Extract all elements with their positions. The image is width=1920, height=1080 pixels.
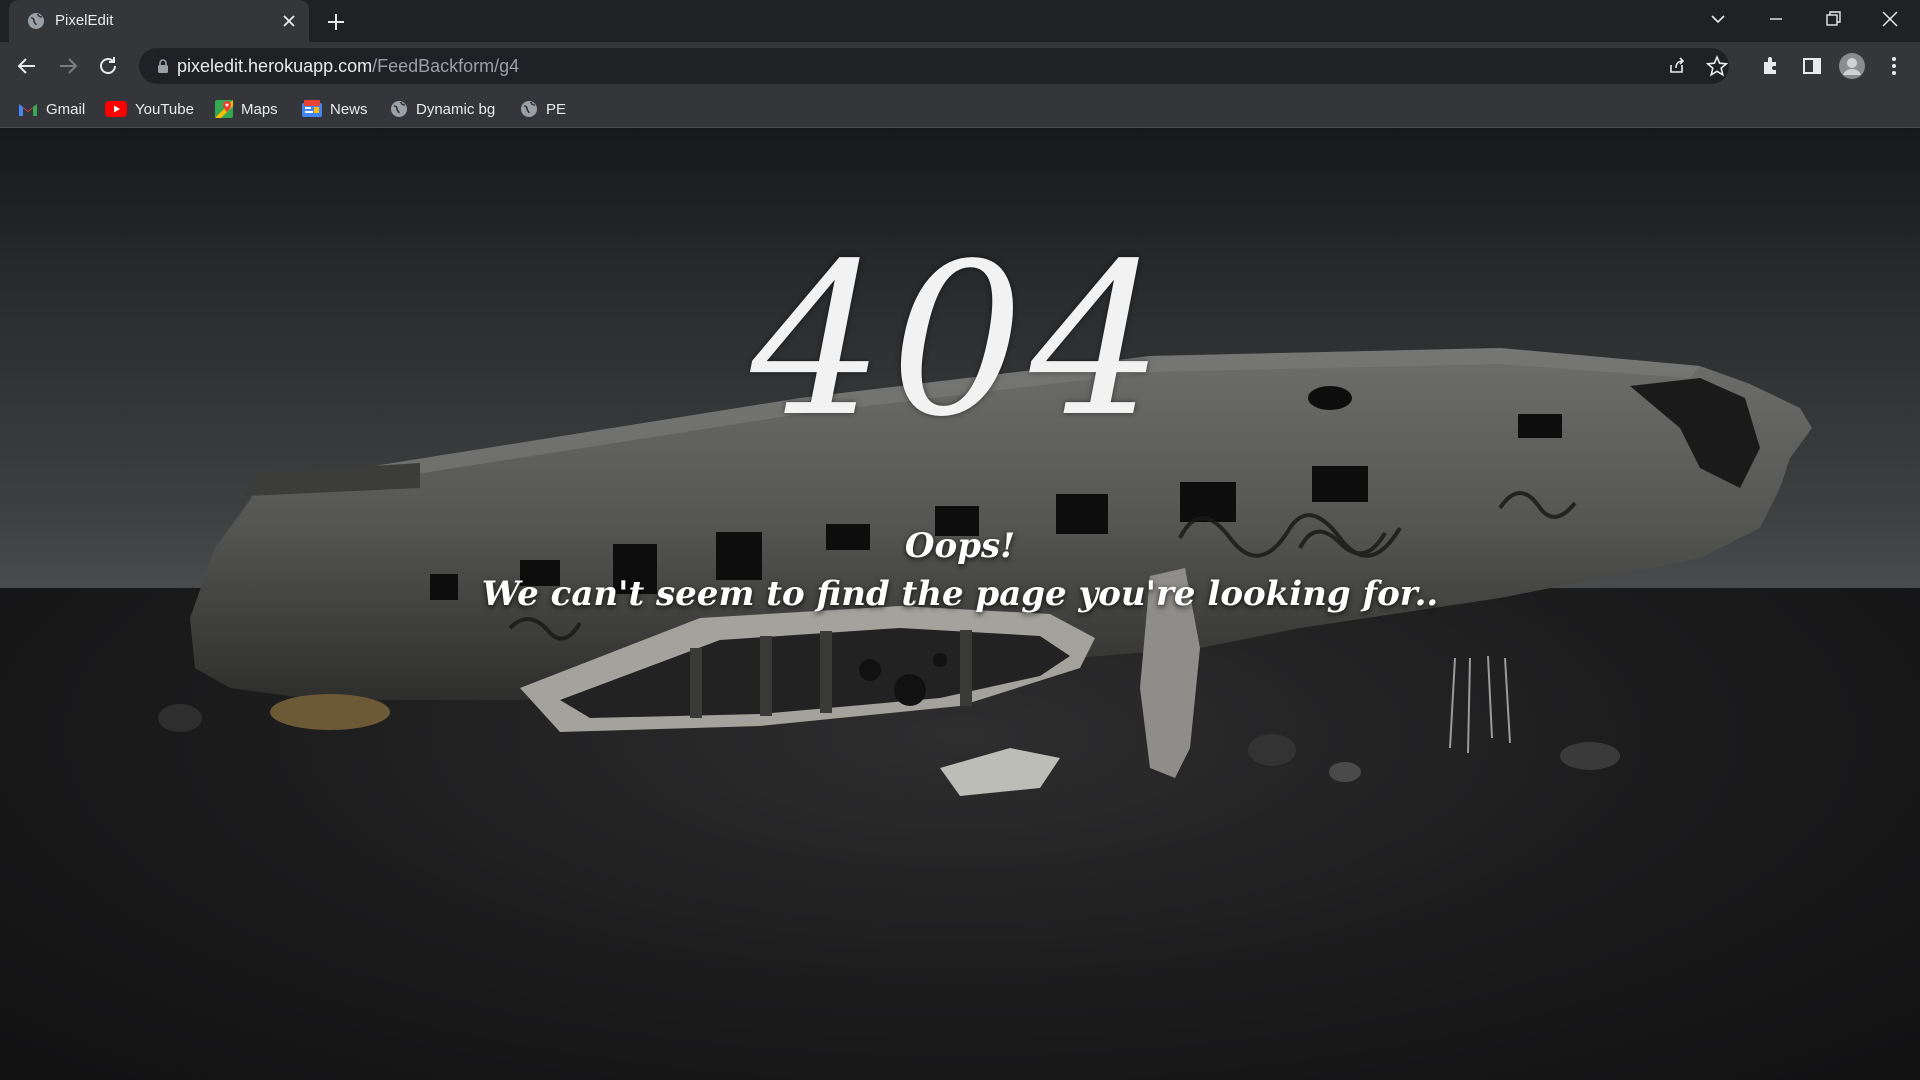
bookmark-maps[interactable]: Maps <box>215 96 278 122</box>
globe-icon <box>28 13 44 29</box>
profile-avatar-icon[interactable] <box>1838 52 1866 80</box>
lock-icon[interactable] <box>156 58 170 74</box>
bookmark-label: PE <box>546 100 567 118</box>
error-code: 404 <box>750 218 1170 463</box>
page-404: 404 Oops! We can't seem to find the page… <box>0 128 1920 1080</box>
bookmark-label: Maps <box>241 100 278 118</box>
close-window-icon[interactable] <box>1874 6 1906 32</box>
gmail-icon <box>19 104 37 116</box>
share-icon[interactable] <box>1667 56 1687 76</box>
error-message: We can't seem to find the page you're lo… <box>481 574 1439 614</box>
toolbar: pixeledit.herokuapp.com/FeedBackform/g4 <box>0 42 1920 90</box>
bookmark-dynamic-bg[interactable]: Dynamic bg <box>390 96 495 122</box>
bookmark-news[interactable]: News <box>302 96 368 122</box>
new-tab-icon[interactable] <box>324 10 348 34</box>
bookmark-label: Dynamic bg <box>416 100 496 118</box>
tab-title: PixelEdit <box>55 12 114 29</box>
tab-strip: PixelEdit <box>0 0 1920 42</box>
browser-window: PixelEdit pixeledit.herokuapp.com/FeedBa… <box>0 0 1920 1080</box>
maps-icon <box>215 100 233 118</box>
news-icon <box>302 100 322 117</box>
bookmark-label: YouTube <box>135 100 194 118</box>
globe-icon <box>391 101 407 117</box>
bookmark-pe[interactable]: PE <box>520 96 566 122</box>
bookmark-gmail[interactable]: Gmail <box>18 96 85 122</box>
url-text[interactable]: pixeledit.herokuapp.com/FeedBackform/g4 <box>177 56 519 77</box>
url-path: /FeedBackform/g4 <box>372 56 520 76</box>
tab-search-icon[interactable] <box>1702 6 1734 32</box>
bookmarks-bar: Gmail YouTube Maps News Dynamic bg PE <box>0 90 1920 128</box>
back-arrow-icon[interactable] <box>13 52 41 80</box>
extensions-puzzle-icon[interactable] <box>1758 52 1786 80</box>
close-tab-icon[interactable] <box>279 11 299 31</box>
menu-kebab-icon[interactable] <box>1880 52 1908 80</box>
reload-icon[interactable] <box>94 52 122 80</box>
minimize-icon[interactable] <box>1760 6 1792 32</box>
error-heading: Oops! <box>904 526 1016 566</box>
bookmark-youtube[interactable]: YouTube <box>105 96 194 122</box>
bookmark-star-icon[interactable] <box>1706 55 1728 77</box>
youtube-icon <box>105 101 127 117</box>
side-panel-icon[interactable] <box>1798 52 1826 80</box>
forward-arrow-icon[interactable] <box>54 52 82 80</box>
tab-pixeledit[interactable]: PixelEdit <box>9 0 309 42</box>
bookmark-label: Gmail <box>46 100 86 118</box>
address-bar[interactable]: pixeledit.herokuapp.com/FeedBackform/g4 <box>139 48 1729 84</box>
restore-icon[interactable] <box>1817 6 1849 32</box>
globe-icon <box>521 101 537 117</box>
bookmark-label: News <box>330 100 368 118</box>
url-host: pixeledit.herokuapp.com <box>177 56 373 76</box>
